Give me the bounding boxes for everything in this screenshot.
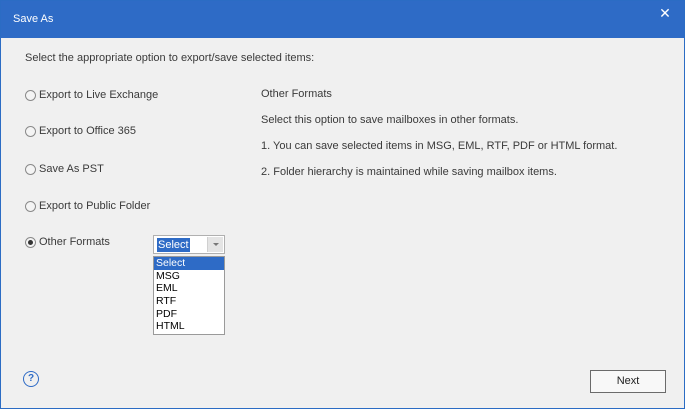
dialog-title: Save As [13,13,54,25]
dropdown-item-msg[interactable]: MSG [154,270,224,283]
info-point-formats: 1. You can save selected items in MSG, E… [261,140,618,152]
instruction-text: Select the appropriate option to export/… [25,52,315,64]
info-description: Select this option to save mailboxes in … [261,114,519,126]
info-title: Other Formats [261,88,332,100]
option-export-public-folder[interactable]: Export to Public Folder [25,199,150,213]
format-select-value: Select [157,238,190,252]
dropdown-item-select[interactable]: Select [154,257,224,270]
chevron-down-icon[interactable] [207,237,223,252]
format-dropdown-list: Select MSG EML RTF PDF HTML [153,256,225,335]
help-icon[interactable]: ? [23,371,39,387]
radio-export-public-folder[interactable] [25,200,36,212]
option-label: Save As PST [39,163,104,175]
option-label: Other Formats [39,236,110,248]
option-export-office-365[interactable]: Export to Office 365 [25,124,136,138]
save-as-dialog: Save As ✕ Select the appropriate option … [0,0,685,409]
option-label: Export to Public Folder [39,200,151,212]
option-label: Export to Live Exchange [39,89,159,101]
close-icon[interactable]: ✕ [654,5,676,23]
next-button[interactable]: Next [590,370,666,393]
radio-save-as-pst[interactable] [25,163,36,175]
option-other-formats[interactable]: Other Formats [25,235,110,249]
option-export-live-exchange[interactable]: Export to Live Exchange [25,88,158,102]
dropdown-item-eml[interactable]: EML [154,282,224,295]
info-point-hierarchy: 2. Folder hierarchy is maintained while … [261,166,557,178]
dropdown-item-pdf[interactable]: PDF [154,308,224,321]
title-bar: Save As ✕ [1,1,684,38]
radio-other-formats[interactable] [25,236,36,248]
dropdown-item-html[interactable]: HTML [154,320,224,333]
dropdown-item-rtf[interactable]: RTF [154,295,224,308]
format-select[interactable]: Select [153,235,225,254]
option-save-as-pst[interactable]: Save As PST [25,162,104,176]
radio-export-live-exchange[interactable] [25,89,36,101]
option-label: Export to Office 365 [39,125,137,137]
radio-export-office-365[interactable] [25,125,36,137]
